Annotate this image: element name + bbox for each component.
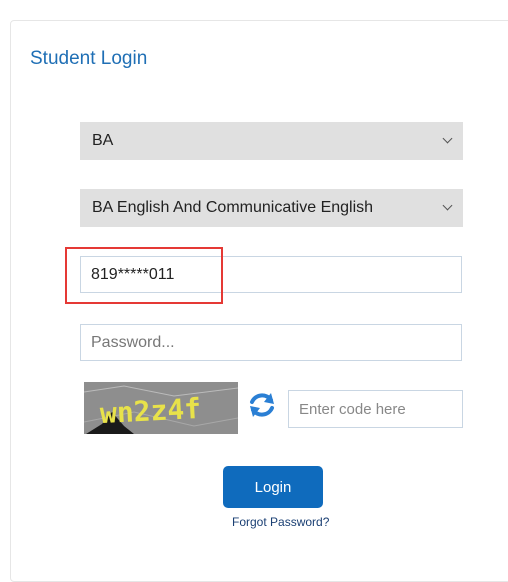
password-placeholder: Password...: [91, 333, 175, 351]
login-button[interactable]: Login: [223, 466, 323, 508]
course-select-value: BA: [92, 132, 114, 149]
course-select[interactable]: BA: [80, 122, 463, 160]
chevron-down-icon: [442, 133, 453, 144]
subject-select[interactable]: BA English And Communicative English: [80, 189, 463, 227]
captcha-image: wn2z4f: [84, 382, 238, 434]
captcha-code-input[interactable]: Enter code here: [288, 390, 463, 428]
chevron-down-icon: [442, 200, 453, 211]
captcha-text: wn2z4f: [99, 392, 202, 430]
subject-select-value: BA English And Communicative English: [92, 199, 374, 216]
forgot-password-link[interactable]: Forgot Password?: [232, 515, 329, 529]
refresh-icon[interactable]: [247, 390, 277, 420]
password-input[interactable]: Password...: [80, 324, 462, 361]
highlight-box: [65, 247, 223, 304]
captcha-code-placeholder: Enter code here: [299, 400, 406, 418]
login-button-label: Login: [254, 478, 292, 496]
page-title: Student Login: [30, 48, 148, 69]
